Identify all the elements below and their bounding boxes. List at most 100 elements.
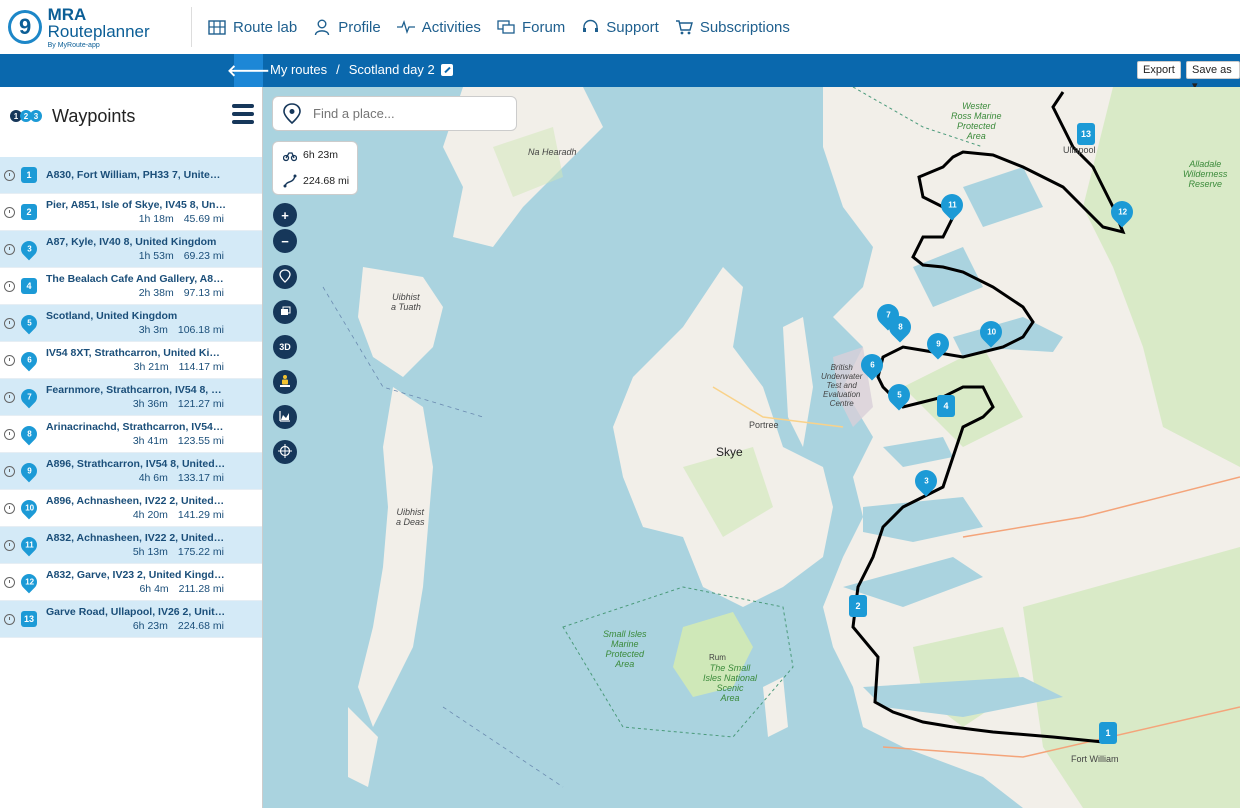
zoom-in-button[interactable]: + xyxy=(273,203,297,227)
map-marker-13[interactable]: 13 xyxy=(1071,123,1104,145)
waypoint-row[interactable]: 6 IV54 8XT, Strathcarron, United Kingdom 3… xyxy=(0,342,262,379)
street-view-button[interactable] xyxy=(273,370,297,394)
pin-marker-icon: 8 xyxy=(884,311,916,343)
waypoint-row[interactable]: 4 The Bealach Cafe And Gallery, A890, Uni… xyxy=(0,268,262,305)
clock-icon[interactable] xyxy=(4,243,15,255)
clock-icon[interactable] xyxy=(4,428,15,440)
map-marker-9[interactable]: 9 xyxy=(921,328,958,360)
clock-icon[interactable] xyxy=(4,613,15,625)
hand-marker-icon: 1 xyxy=(1099,722,1117,744)
save-as-button[interactable]: Save as ▾ xyxy=(1186,61,1240,92)
nav-subscriptions[interactable]: Subscriptions xyxy=(675,19,790,36)
waypoint-number: 3 xyxy=(26,244,32,254)
edit-icon[interactable] xyxy=(440,63,453,76)
3d-view-button[interactable]: 3D xyxy=(273,335,297,359)
waypoint-number: 11 xyxy=(24,540,34,550)
pin-marker-icon: 10 xyxy=(975,316,1007,348)
map-marker-8[interactable]: 8 xyxy=(883,311,920,343)
clock-icon[interactable] xyxy=(4,354,15,366)
waypoint-address: A830, Fort William, PH33 7, United Kingd… xyxy=(46,169,226,181)
map-marker-5[interactable]: 5 xyxy=(882,379,919,411)
app-subtitle: By MyRoute-app xyxy=(47,41,100,49)
breadcrumb-separator: / xyxy=(336,62,340,77)
breadcrumb-my-routes[interactable]: My routes xyxy=(270,62,327,77)
map-label-small-isles-mpa: Small Isles Marine Protected Area xyxy=(603,629,647,669)
clock-icon[interactable] xyxy=(4,206,15,218)
nav-subscriptions-label: Subscriptions xyxy=(699,18,790,36)
waypoint-row[interactable]: 5 Scotland, United Kingdom 3h 3m 106.18 mi xyxy=(0,305,262,342)
arrow-left-icon: 🡐 xyxy=(227,63,270,80)
map-marker-2[interactable]: 2 xyxy=(843,595,876,617)
waypoint-row[interactable]: 11 A832, Achnasheen, IV22 2, United Kingd… xyxy=(0,527,262,564)
search-input[interactable] xyxy=(313,106,503,121)
map-label-ullapool: Ullapool xyxy=(1063,145,1096,155)
waypoint-address: Garve Road, Ullapool, IV26 2, United Kin… xyxy=(46,606,226,618)
waypoint-address: Arinacrinachd, Strathcarron, IV54 8, Uni… xyxy=(46,421,226,433)
map-marker-1[interactable]: 1 xyxy=(1093,722,1126,744)
nav-profile[interactable]: Profile xyxy=(313,19,381,36)
map-label-skye: Skye xyxy=(716,445,743,459)
pin-marker-icon: 10 xyxy=(17,496,41,520)
app-title: MRA Routeplanner xyxy=(47,4,150,41)
waypoint-list: 1 A830, Fort William, PH33 7, United King… xyxy=(0,157,262,638)
waypoints-icon: 123 xyxy=(10,110,42,122)
waypoint-address: A832, Achnasheen, IV22 2, United Kingdom xyxy=(46,532,226,544)
clock-icon[interactable] xyxy=(4,502,15,514)
add-poi-button[interactable] xyxy=(273,265,297,289)
waypoint-row[interactable]: 3 A87, Kyle, IV40 8, United Kingdom 1h 53m… xyxy=(0,231,262,268)
nav-forum[interactable]: Forum xyxy=(497,19,565,36)
nav-activities[interactable]: Activities xyxy=(396,19,481,36)
map-marker-10[interactable]: 10 xyxy=(974,316,1011,348)
waypoint-number: 9 xyxy=(26,466,32,476)
hand-marker-icon: 2 xyxy=(849,595,867,617)
back-button[interactable]: 🡐 xyxy=(227,54,270,87)
map-marker-12[interactable]: 12 xyxy=(1105,196,1142,228)
clock-icon[interactable] xyxy=(4,539,15,551)
clock-icon[interactable] xyxy=(4,391,15,403)
map-marker-4[interactable]: 4 xyxy=(931,395,964,417)
clock-icon[interactable] xyxy=(4,317,15,329)
elevation-button[interactable] xyxy=(273,405,297,429)
menu-icon[interactable] xyxy=(232,104,254,128)
nav-route-lab[interactable]: Route lab xyxy=(208,19,297,36)
clock-icon[interactable] xyxy=(4,280,15,292)
map-canvas[interactable]: 1 2 3 4 5 6 7 8 9 10 11 12 13 Na Hearadh… xyxy=(263,87,1240,808)
waypoint-number: 1 xyxy=(26,170,32,180)
waypoint-row[interactable]: 10 A896, Achnasheen, IV22 2, United Kingd… xyxy=(0,490,262,527)
map-marker-11[interactable]: 11 xyxy=(935,189,972,221)
route-bar: 🡐 My routes / Scotland day 2 Export Save… xyxy=(0,54,1240,92)
nav-support[interactable]: Support xyxy=(581,19,659,36)
locate-button[interactable] xyxy=(273,440,297,464)
waypoint-row[interactable]: 2 Pier, A851, Isle of Skye, IV45 8, Unite… xyxy=(0,194,262,231)
waypoint-row[interactable]: 9 A896, Strathcarron, IV54 8, United King… xyxy=(0,453,262,490)
map-label-small-isles-nsa: The Small Isles National Scenic Area xyxy=(703,663,758,703)
pin-marker-icon: 6 xyxy=(17,348,41,372)
waypoint-row[interactable]: 13 Garve Road, Ullapool, IV26 2, United K… xyxy=(0,601,262,638)
export-button[interactable]: Export xyxy=(1137,61,1181,79)
map-label-rum: Rum xyxy=(709,653,726,662)
waypoint-time: 2h 38m xyxy=(138,287,174,299)
clock-icon[interactable] xyxy=(4,576,15,588)
nav-route-lab-label: Route lab xyxy=(233,18,298,36)
hand-marker-icon: 13 xyxy=(21,611,37,627)
waypoint-distance: 106.18 mi xyxy=(177,324,224,336)
waypoint-address: A896, Achnasheen, IV22 2, United Kingdom xyxy=(46,495,226,507)
waypoint-row[interactable]: 12 A832, Garve, IV23 2, United Kingdom 6h … xyxy=(0,564,262,601)
zoom-out-button[interactable]: − xyxy=(273,229,297,253)
waypoint-row[interactable]: 8 Arinacrinachd, Strathcarron, IV54 8, Un… xyxy=(0,416,262,453)
clock-icon[interactable] xyxy=(4,465,15,477)
clock-icon[interactable] xyxy=(4,169,15,181)
app-logo[interactable]: MRA Routeplanner By MyRoute-app xyxy=(0,4,192,49)
waypoint-row[interactable]: 1 A830, Fort William, PH33 7, United King… xyxy=(0,157,262,194)
waypoint-address: A87, Kyle, IV40 8, United Kingdom xyxy=(46,236,217,248)
map-marker-3[interactable]: 3 xyxy=(909,465,946,497)
waypoint-row[interactable]: 7 Fearnmore, Strathcarron, IV54 8, United… xyxy=(0,379,262,416)
pin-marker-icon: 9 xyxy=(922,328,954,360)
pin-marker-icon: 11 xyxy=(936,189,968,221)
waypoint-distance: 97.13 mi xyxy=(183,287,224,299)
pin-marker-icon: 3 xyxy=(17,237,41,261)
map-label-british-underwater: British Underwater Test and Evaluation C… xyxy=(821,363,863,408)
layers-button[interactable] xyxy=(273,300,297,324)
total-distance: 224.68 mi xyxy=(303,175,350,187)
waypoint-distance: 133.17 mi xyxy=(177,472,224,484)
